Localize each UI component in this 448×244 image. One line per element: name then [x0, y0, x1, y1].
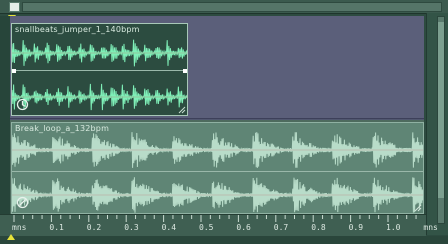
audio-clip-1[interactable]: snallbeats_jumper_1_140bpm	[11, 23, 188, 116]
clip-2-channel-divider	[12, 171, 423, 172]
stretch-icon[interactable]	[16, 196, 29, 209]
ruler-tick-label: 0.3	[124, 223, 139, 232]
ruler-tick-label: 0.6	[236, 223, 251, 232]
clip-2-waveform	[12, 132, 423, 213]
clip-1-title: snallbeats_jumper_1_140bpm	[15, 25, 140, 34]
ruler-tick-label: 0.5	[199, 223, 214, 232]
vertical-scrollbar-thumb[interactable]	[438, 22, 444, 198]
clip-1-channel-divider	[12, 70, 187, 71]
clip-1-right-fade-handle[interactable]	[183, 69, 187, 73]
ruler-ticks	[13, 215, 417, 222]
playhead-bottom-marker-icon[interactable]	[7, 234, 15, 240]
clip-1-left-fade-handle[interactable]	[12, 69, 16, 73]
horizontal-overview-scrollbar[interactable]	[22, 2, 442, 12]
ruler-tick-label: mns	[423, 223, 438, 232]
ruler-tick-label: 0.2	[86, 223, 102, 232]
resize-grip-icon[interactable]	[414, 204, 422, 212]
ruler-tick-label: mns	[12, 223, 27, 232]
bottom-strip	[0, 236, 448, 244]
ruler-tick-label: 0.4	[161, 223, 177, 232]
left-gutter	[0, 16, 10, 230]
ruler-tick-label: 0.9	[348, 223, 364, 232]
ruler-tick-label: 0.8	[311, 223, 326, 232]
overview-handle[interactable]	[9, 2, 20, 12]
audio-clip-2[interactable]: Break_loop_a_132bpm	[11, 122, 424, 214]
ruler-tick-label: 0.1	[49, 223, 64, 232]
resize-grip-icon[interactable]	[178, 106, 186, 114]
ruler-tick-label: 1.0	[386, 223, 401, 232]
ruler-tick-label: 0.7	[273, 223, 289, 232]
loop-icon[interactable]	[16, 98, 29, 111]
clip-2-title: Break_loop_a_132bpm	[15, 124, 110, 133]
